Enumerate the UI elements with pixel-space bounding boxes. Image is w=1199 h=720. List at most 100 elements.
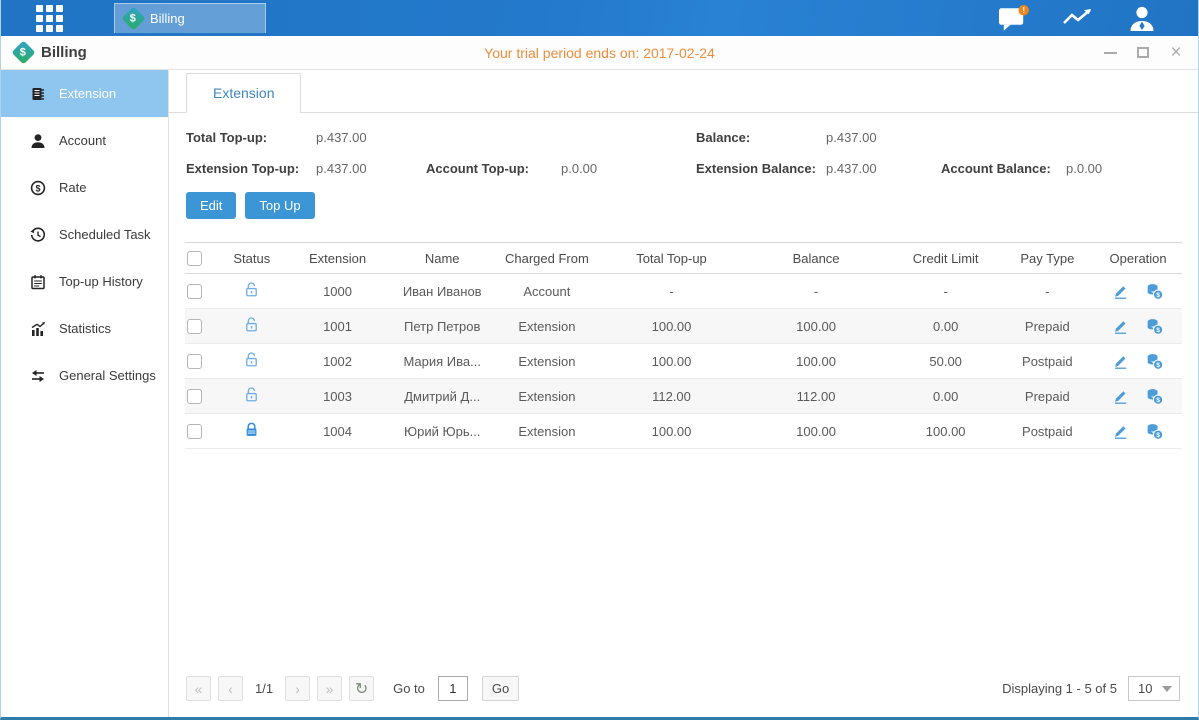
top-up-row-icon[interactable]: $ xyxy=(1145,282,1164,301)
cell-credit-limit: 0.00 xyxy=(891,389,1001,404)
select-all-checkbox[interactable] xyxy=(187,251,202,266)
top-up-row-icon[interactable]: $ xyxy=(1145,387,1164,406)
edit-row-icon[interactable] xyxy=(1112,388,1129,405)
col-header-extension: Extension xyxy=(283,251,393,266)
top-up-row-icon[interactable]: $ xyxy=(1145,422,1164,441)
row-checkbox[interactable] xyxy=(187,284,202,299)
status-lock-icon[interactable] xyxy=(221,421,283,441)
next-page-button[interactable]: › xyxy=(285,676,310,701)
locked-icon xyxy=(243,421,260,438)
sidebar-item-statistics[interactable]: Statistics xyxy=(1,305,168,352)
row-checkbox[interactable] xyxy=(187,424,202,439)
balance-label: Balance: xyxy=(696,130,826,145)
goto-page-input[interactable] xyxy=(438,676,468,701)
cell-name: Юрий Юрь... xyxy=(392,424,492,439)
status-lock-icon[interactable] xyxy=(221,281,283,301)
table-row: 1000 Иван Иванов Account - - - - xyxy=(185,274,1182,309)
taskbar-tab-billing[interactable]: $ Billing xyxy=(114,3,266,33)
app-launcher-icon[interactable] xyxy=(36,5,72,31)
trial-notice: Your trial period ends on: 2017-02-24 xyxy=(1,45,1198,61)
top-up-button[interactable]: Top Up xyxy=(245,192,314,219)
sidebar-item-rate[interactable]: $ Rate xyxy=(1,164,168,211)
edit-row-icon[interactable] xyxy=(1112,423,1129,440)
status-lock-icon[interactable] xyxy=(221,386,283,406)
first-page-button[interactable]: « xyxy=(186,676,211,701)
col-header-name: Name xyxy=(392,251,492,266)
col-header-pay-type: Pay Type xyxy=(1000,251,1094,266)
sidebar: Extension Account $ Rate xyxy=(1,70,169,717)
last-page-button[interactable]: » xyxy=(317,676,342,701)
goto-label: Go to xyxy=(393,681,425,696)
row-checkbox[interactable] xyxy=(187,319,202,334)
status-lock-icon[interactable] xyxy=(221,351,283,371)
go-button[interactable]: Go xyxy=(482,676,519,701)
person-icon xyxy=(30,133,46,149)
sidebar-item-account[interactable]: Account xyxy=(1,117,168,164)
tab-extension[interactable]: Extension xyxy=(186,73,301,113)
sidebar-item-scheduled-task[interactable]: Scheduled Task xyxy=(1,211,168,258)
cell-charged-from: Account xyxy=(492,284,602,299)
balance-summary: Total Top-up: p.437.00 Balance: p.437.00… xyxy=(185,113,1182,180)
window-controls: × xyxy=(1102,45,1184,61)
col-header-balance: Balance xyxy=(741,251,891,266)
edit-button[interactable]: Edit xyxy=(186,192,236,219)
table-row: 1004 Юрий Юрь... Extension 100.00 100.00… xyxy=(185,414,1182,449)
pagination-bar: « ‹ 1/1 › » ↻ Go to Go Displaying 1 - 5 … xyxy=(185,668,1182,717)
col-header-credit-limit: Credit Limit xyxy=(891,251,1001,266)
refresh-icon[interactable]: ↻ xyxy=(349,676,374,701)
extension-topup-value: p.437.00 xyxy=(316,161,426,176)
displaying-text: Displaying 1 - 5 of 5 xyxy=(1002,681,1117,696)
notifications-icon[interactable]: ! xyxy=(998,5,1030,31)
user-account-icon[interactable] xyxy=(1126,5,1158,31)
topbar-right-icons: ! xyxy=(998,0,1158,36)
cell-total-topup: 100.00 xyxy=(602,354,742,369)
billing-window-icon: $ xyxy=(11,40,35,64)
cell-name: Дмитрий Д... xyxy=(392,389,492,404)
edit-row-icon[interactable] xyxy=(1112,318,1129,335)
top-up-row-icon[interactable]: $ xyxy=(1145,317,1164,336)
unlocked-icon xyxy=(243,351,260,368)
account-balance-value: p.0.00 xyxy=(1066,161,1182,176)
svg-text:!: ! xyxy=(1022,6,1025,15)
status-lock-icon[interactable] xyxy=(221,316,283,336)
cell-extension: 1001 xyxy=(283,319,393,334)
unlocked-icon xyxy=(243,316,260,333)
table-row: 1001 Петр Петров Extension 100.00 100.00… xyxy=(185,309,1182,344)
cell-pay-type: - xyxy=(1000,284,1094,299)
sidebar-item-general-settings[interactable]: General Settings xyxy=(1,352,168,399)
cell-pay-type: Postpaid xyxy=(1000,354,1094,369)
total-topup-value: p.437.00 xyxy=(316,130,426,145)
col-header-status: Status xyxy=(221,251,283,266)
svg-text:$: $ xyxy=(1156,397,1160,404)
app-top-bar: $ Billing ! xyxy=(1,0,1198,36)
svg-text:$: $ xyxy=(1156,292,1160,299)
cell-name: Петр Петров xyxy=(392,319,492,334)
unlocked-icon xyxy=(243,386,260,403)
minimize-button[interactable] xyxy=(1102,45,1118,61)
row-checkbox[interactable] xyxy=(187,354,202,369)
cell-charged-from: Extension xyxy=(492,354,602,369)
edit-row-icon[interactable] xyxy=(1112,283,1129,300)
top-up-row-icon[interactable]: $ xyxy=(1145,352,1164,371)
cell-charged-from: Extension xyxy=(492,389,602,404)
sidebar-item-topup-history[interactable]: Top-up History xyxy=(1,258,168,305)
edit-row-icon[interactable] xyxy=(1112,353,1129,370)
cell-charged-from: Extension xyxy=(492,319,602,334)
cell-credit-limit: 50.00 xyxy=(891,354,1001,369)
cell-name: Мария Ива... xyxy=(392,354,492,369)
prev-page-button[interactable]: ‹ xyxy=(218,676,243,701)
page-indicator: 1/1 xyxy=(250,681,278,696)
close-button[interactable]: × xyxy=(1168,45,1184,61)
maximize-button[interactable] xyxy=(1135,45,1151,61)
extension-table: Status Extension Name Charged From Total… xyxy=(185,242,1182,449)
reports-chart-icon[interactable] xyxy=(1062,5,1094,31)
action-buttons: Edit Top Up xyxy=(186,192,1182,219)
sidebar-item-extension[interactable]: Extension xyxy=(1,70,168,117)
window-title-text: Billing xyxy=(41,44,87,61)
calendar-icon xyxy=(30,274,46,290)
row-checkbox[interactable] xyxy=(187,389,202,404)
col-header-operation: Operation xyxy=(1094,251,1182,266)
cell-total-topup: 100.00 xyxy=(602,424,742,439)
cell-credit-limit: - xyxy=(891,284,1001,299)
page-size-select[interactable]: 10 xyxy=(1128,676,1180,701)
